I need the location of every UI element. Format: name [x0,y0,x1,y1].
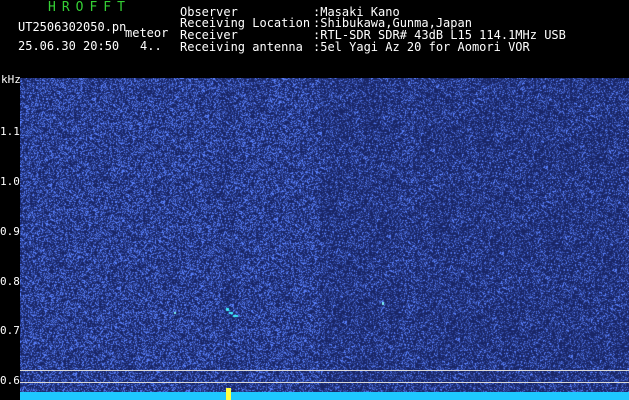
y-tick-0-9: 0.9 [0,225,20,238]
signal-baseline [20,392,629,400]
file-name: UT2506302050.pn [18,20,127,34]
header: HROFFT UT2506302050.pn meteor 25.06.30 2… [0,0,629,78]
y-tick-0-6: 0.6 [0,374,20,387]
antenna-value: :5el Yagi Az 20 for Aomori VOR [313,40,530,54]
spectrogram [20,78,629,400]
y-tick-1-1: 1.1 [0,125,20,138]
y-tick-1-0: 1.0 [0,175,20,188]
signal-marker [226,388,231,400]
datetime: 25.06.30 20:50 [18,39,120,53]
y-axis-unit: kHz [1,73,21,86]
detector-label: meteor [125,26,169,40]
y-tick-0-8: 0.8 [0,275,20,288]
y-tick-0-7: 0.7 [0,324,20,337]
reference-line-lower [20,382,629,383]
detection-count: 4.. [140,39,162,53]
antenna-label: Receiving antenna [180,40,303,54]
hrofft-logo: HROFFT [48,0,131,15]
spectrogram-noise [20,78,629,400]
reference-line-upper [20,370,629,371]
